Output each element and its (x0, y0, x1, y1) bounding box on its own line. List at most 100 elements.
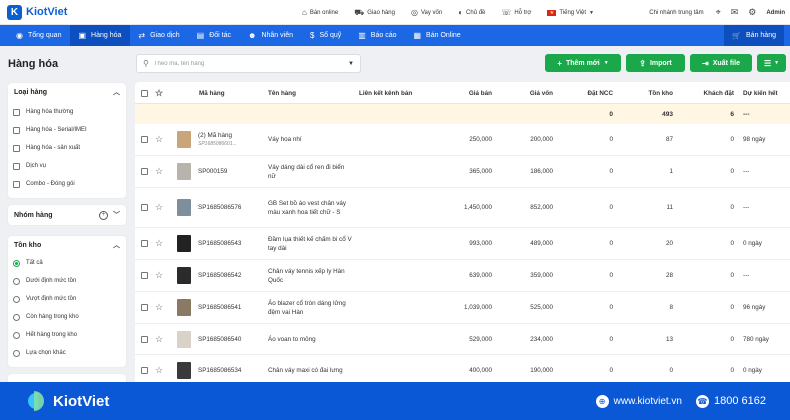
mail-icon[interactable]: ✉ (731, 7, 739, 18)
filter-header[interactable]: Tồn kho ︿ (8, 236, 126, 254)
admin-menu[interactable]: Admin (766, 10, 785, 16)
filter-option[interactable]: Hàng hóa thường (8, 103, 126, 121)
footer-hotline[interactable]: 1800 6162 (714, 395, 766, 407)
location-icon[interactable]: ⌖ (716, 7, 721, 18)
checkbox[interactable] (13, 144, 20, 152)
row-select-cell[interactable] (141, 156, 148, 187)
star-icon[interactable]: ☆ (155, 203, 163, 212)
product-search[interactable]: ⚲ ▼ (136, 54, 361, 73)
stock-option[interactable]: Hết hàng trong kho (8, 326, 126, 344)
row-select-cell[interactable] (141, 188, 148, 227)
star-icon[interactable]: ☆ (155, 167, 163, 176)
checkbox[interactable] (13, 180, 20, 188)
col-header-forecast[interactable]: Dự kiến hết (743, 82, 778, 104)
checkbox[interactable] (13, 108, 20, 116)
filter-option[interactable]: Dịch vụ (8, 157, 126, 175)
stock-option[interactable]: Tất cả (8, 254, 126, 272)
table-row[interactable]: ☆ SP1685086540 Áo voan to mỏng 529,000 234,0… (135, 324, 790, 355)
col-header-channel[interactable]: Liên kết kênh bán (359, 82, 412, 104)
nav-giao-dich[interactable]: ⇄ Giao dịch (130, 25, 188, 46)
top-link-giao-hang[interactable]: ⛟ Giao hàng (354, 8, 395, 18)
export-button[interactable]: ⇥ Xuất file (690, 54, 752, 72)
add-new-button[interactable]: + Thêm mới ▼ (545, 54, 621, 72)
stock-option[interactable]: Vượt định mức tồn (8, 290, 126, 308)
nav-ban-online[interactable]: ▦ Bán Online (405, 25, 469, 46)
filter-option[interactable]: Hàng hóa - sản xuất (8, 139, 126, 157)
nav-tong-quan[interactable]: ◉ Tổng quan (0, 25, 70, 46)
row-select-cell[interactable] (141, 292, 148, 323)
radio[interactable] (13, 277, 20, 285)
star-icon[interactable]: ☆ (155, 135, 163, 144)
select-all-checkbox[interactable] (141, 89, 148, 97)
favorite-cell[interactable]: ☆ (155, 188, 163, 227)
stock-option[interactable]: Dưới định mức tồn (8, 272, 126, 290)
top-link-ban-online[interactable]: ⌂ Bán online (302, 8, 338, 17)
top-link-vay-von[interactable]: ◎ Vay vốn (411, 8, 442, 17)
table-row[interactable]: ☆ SP1685086543 Đầm lụa thiết kế chấm bi cổ… (135, 228, 790, 260)
row-checkbox[interactable] (141, 240, 148, 247)
nav-doi-tac[interactable]: ▤ Đối tác (189, 25, 240, 46)
checkbox[interactable] (13, 126, 20, 134)
radio[interactable] (13, 331, 20, 339)
top-link-chu-de[interactable]: ◐ Chủ đề (458, 8, 485, 17)
stock-option[interactable]: Lựa chọn khác (8, 344, 126, 362)
filter-header[interactable]: Nhóm hàng + ﹀ (8, 205, 126, 225)
import-button[interactable]: ⇪ Import (626, 54, 685, 72)
radio[interactable] (13, 313, 20, 321)
checkbox[interactable] (13, 162, 20, 170)
stock-option[interactable]: Còn hàng trong kho (8, 308, 126, 326)
row-select-cell[interactable] (141, 124, 148, 155)
favorite-cell[interactable]: ☆ (155, 260, 163, 291)
col-header-price[interactable]: Giá bán (435, 82, 492, 104)
branch-selector[interactable]: Chi nhánh trung tâm (649, 10, 703, 16)
gear-icon[interactable]: ⚙ (748, 7, 756, 18)
caret-down-icon[interactable]: ▼ (348, 61, 354, 67)
row-checkbox[interactable] (141, 304, 148, 311)
col-header-code[interactable]: Mã hàng (199, 82, 225, 104)
star-icon[interactable]: ☆ (155, 239, 163, 248)
favorite-cell[interactable]: ☆ (155, 156, 163, 187)
radio-selected[interactable] (13, 259, 20, 267)
favorite-cell[interactable]: ☆ (155, 355, 163, 382)
table-row[interactable]: ☆ SP1685086542 Chân váy tennis xếp ly Hàn … (135, 260, 790, 292)
table-row[interactable]: ☆ SP1685086576 GB Set bồ áo vest chân váy … (135, 188, 790, 228)
chevron-up-icon[interactable]: ︿ (113, 87, 120, 97)
star-icon[interactable]: ☆ (155, 271, 163, 280)
table-row[interactable]: ☆ SP1685086541 Áo blazer cổ tròn dáng lửng… (135, 292, 790, 324)
sell-button[interactable]: 🛒 Bán hàng (724, 25, 784, 46)
app-logo[interactable]: K KiotViet (7, 4, 67, 20)
row-checkbox[interactable] (141, 335, 148, 343)
row-checkbox[interactable] (141, 168, 148, 175)
radio[interactable] (13, 349, 20, 357)
row-select-cell[interactable] (141, 228, 148, 259)
col-header-cost[interactable]: Giá vốn (493, 82, 553, 104)
col-header-stock[interactable]: Tồn kho (614, 82, 673, 104)
row-checkbox[interactable] (141, 136, 148, 143)
nav-hang-hoa[interactable]: ▣ Hàng hóa (70, 25, 131, 46)
favorite-cell[interactable]: ☆ (155, 124, 163, 155)
add-group-icon[interactable]: + (99, 210, 108, 220)
filter-header[interactable]: Loại hàng ︿ (8, 83, 126, 101)
language-selector[interactable]: ★ Tiếng Việt ▼ (547, 9, 597, 16)
top-link-ho-tro[interactable]: ☏ Hỗ trợ (501, 8, 531, 17)
nav-nhan-vien[interactable]: ☻ Nhân viên (240, 25, 302, 46)
chevron-up-icon[interactable]: ︿ (113, 240, 120, 250)
row-select-cell[interactable] (141, 355, 148, 382)
nav-bao-cao[interactable]: ▥ Báo cáo (350, 25, 405, 46)
star-icon[interactable]: ☆ (155, 303, 163, 312)
filter-option[interactable]: Hàng hóa - Serial/IMEI (8, 121, 126, 139)
chevron-down-icon[interactable]: ﹀ (113, 210, 120, 220)
column-view-button[interactable]: ☰ ▼ (757, 54, 786, 72)
col-header-ncc[interactable]: Đặt NCC (554, 82, 613, 104)
footer-website[interactable]: www.kiotviet.vn (614, 396, 682, 407)
row-select-cell[interactable] (141, 260, 148, 291)
col-header-customer[interactable]: Khách đặt (674, 82, 734, 104)
filter-option[interactable]: Combo - Đóng gói (8, 175, 126, 193)
row-checkbox[interactable] (141, 204, 148, 211)
select-all-cell[interactable] (141, 82, 154, 104)
search-input[interactable] (153, 60, 349, 67)
table-row[interactable]: ☆ SP1685086534 Chân váy maxi có đai lưng 40… (135, 355, 790, 382)
nav-so-quy[interactable]: $ Sổ quỹ (302, 25, 350, 46)
star-icon[interactable]: ☆ (155, 334, 163, 344)
row-checkbox[interactable] (141, 366, 148, 374)
